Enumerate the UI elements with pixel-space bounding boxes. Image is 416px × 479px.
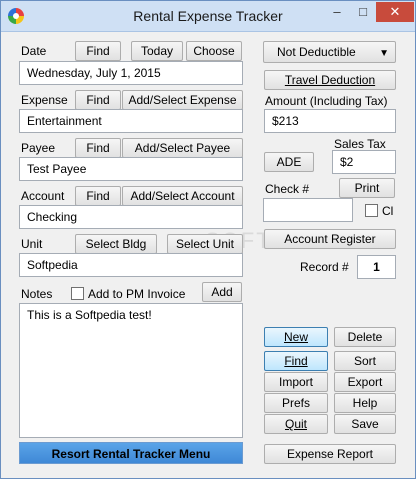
record-number-label: Record # xyxy=(300,260,349,274)
add-select-payee-button[interactable]: Add/Select Payee xyxy=(122,138,243,158)
deductible-select-value: Not Deductible xyxy=(277,45,356,59)
chevron-down-icon: ▼ xyxy=(379,48,389,59)
main-window: Rental Expense Tracker – □ ✕ SOFTP Date … xyxy=(0,0,416,479)
account-field[interactable]: Checking xyxy=(19,205,243,229)
print-button[interactable]: Print xyxy=(339,178,395,198)
amount-field[interactable]: $213 xyxy=(264,109,396,133)
expense-report-button[interactable]: Expense Report xyxy=(264,444,396,464)
notes-add-button[interactable]: Add xyxy=(202,282,242,302)
select-unit-button[interactable]: Select Unit xyxy=(167,234,243,254)
date-label: Date xyxy=(21,44,47,58)
find-record-button[interactable]: Find xyxy=(264,351,328,371)
minimize-button[interactable]: – xyxy=(324,2,350,22)
date-find-button[interactable]: Find xyxy=(75,41,121,61)
payee-label: Payee xyxy=(21,141,56,155)
choose-button[interactable]: Choose xyxy=(186,41,242,61)
payee-field[interactable]: Test Payee xyxy=(19,157,243,181)
add-select-expense-button[interactable]: Add/Select Expense xyxy=(122,90,243,110)
travel-deduction-button[interactable]: Travel Deduction xyxy=(264,70,396,90)
import-button[interactable]: Import xyxy=(264,372,328,392)
resort-menu-button[interactable]: Resort Rental Tracker Menu xyxy=(19,442,243,464)
today-button[interactable]: Today xyxy=(131,41,183,61)
unit-field[interactable]: Softpedia xyxy=(19,253,243,277)
deductible-select[interactable]: Not Deductible ▼ xyxy=(263,41,396,63)
notes-label: Notes xyxy=(21,287,53,301)
maximize-button[interactable]: □ xyxy=(350,2,376,22)
check-number-field[interactable] xyxy=(263,198,353,222)
account-find-button[interactable]: Find xyxy=(75,186,121,206)
check-number-label: Check # xyxy=(265,182,310,196)
notes-textarea[interactable]: This is a Softpedia test! xyxy=(19,303,243,438)
add-select-account-button[interactable]: Add/Select Account xyxy=(122,186,243,206)
form-area: SOFTP Date Find Today Choose Wednesday, … xyxy=(7,32,409,472)
record-number-field[interactable]: 1 xyxy=(357,255,396,279)
ade-button[interactable]: ADE xyxy=(264,152,314,172)
export-button[interactable]: Export xyxy=(334,372,396,392)
sort-button[interactable]: Sort xyxy=(334,351,396,371)
select-bldg-button[interactable]: Select Bldg xyxy=(75,234,157,254)
new-button[interactable]: New xyxy=(264,327,328,347)
unit-label: Unit xyxy=(21,237,43,251)
prefs-button[interactable]: Prefs xyxy=(264,393,328,413)
account-register-button[interactable]: Account Register xyxy=(264,229,396,249)
amount-label: Amount (Including Tax) xyxy=(265,94,388,108)
expense-find-button[interactable]: Find xyxy=(75,90,121,110)
sales-tax-label: Sales Tax xyxy=(334,137,386,151)
account-label: Account xyxy=(21,189,65,203)
save-button[interactable]: Save xyxy=(334,414,396,434)
date-field[interactable]: Wednesday, July 1, 2015 xyxy=(19,61,243,85)
quit-button[interactable]: Quit xyxy=(264,414,328,434)
delete-button[interactable]: Delete xyxy=(334,327,396,347)
title-bar[interactable]: Rental Expense Tracker – □ ✕ xyxy=(1,1,415,32)
close-button[interactable]: ✕ xyxy=(376,2,414,22)
expense-label: Expense xyxy=(21,93,68,107)
payee-find-button[interactable]: Find xyxy=(75,138,121,158)
add-to-pm-invoice-checkbox[interactable] xyxy=(71,287,84,300)
help-button[interactable]: Help xyxy=(334,393,396,413)
sales-tax-field[interactable]: $2 xyxy=(332,150,396,174)
expense-field[interactable]: Entertainment xyxy=(19,109,243,133)
cleared-label: Cl xyxy=(382,204,394,218)
cleared-checkbox[interactable] xyxy=(365,204,378,217)
add-to-pm-invoice-label: Add to PM Invoice xyxy=(88,287,186,301)
